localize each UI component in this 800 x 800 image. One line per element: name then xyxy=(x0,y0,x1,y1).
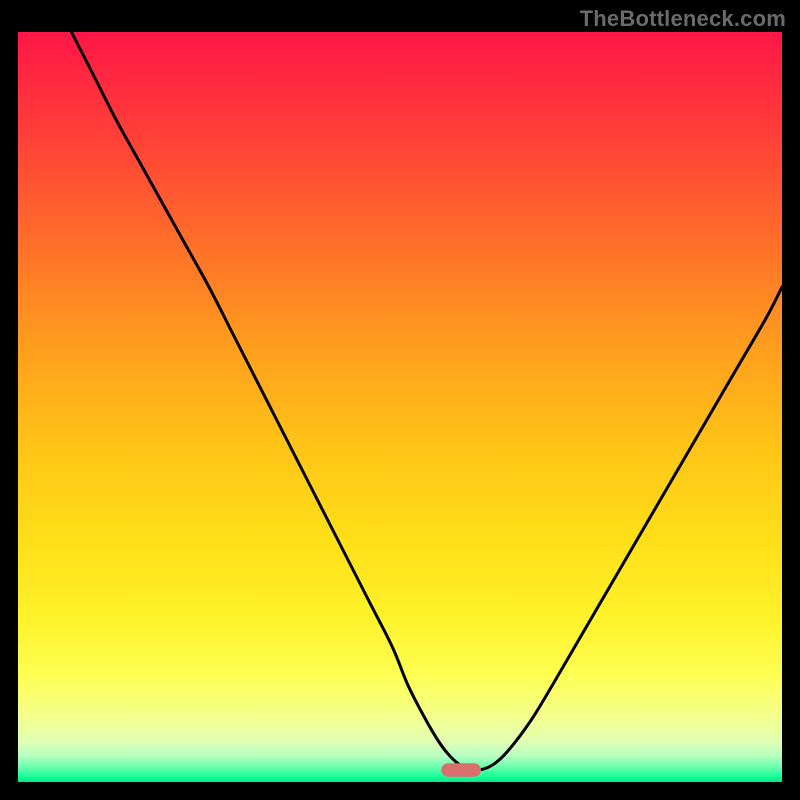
watermark-text: TheBottleneck.com xyxy=(580,6,786,32)
plot-area xyxy=(18,32,782,782)
bottleneck-chart xyxy=(18,32,782,782)
optimal-marker xyxy=(441,763,481,777)
chart-container: TheBottleneck.com xyxy=(0,0,800,800)
